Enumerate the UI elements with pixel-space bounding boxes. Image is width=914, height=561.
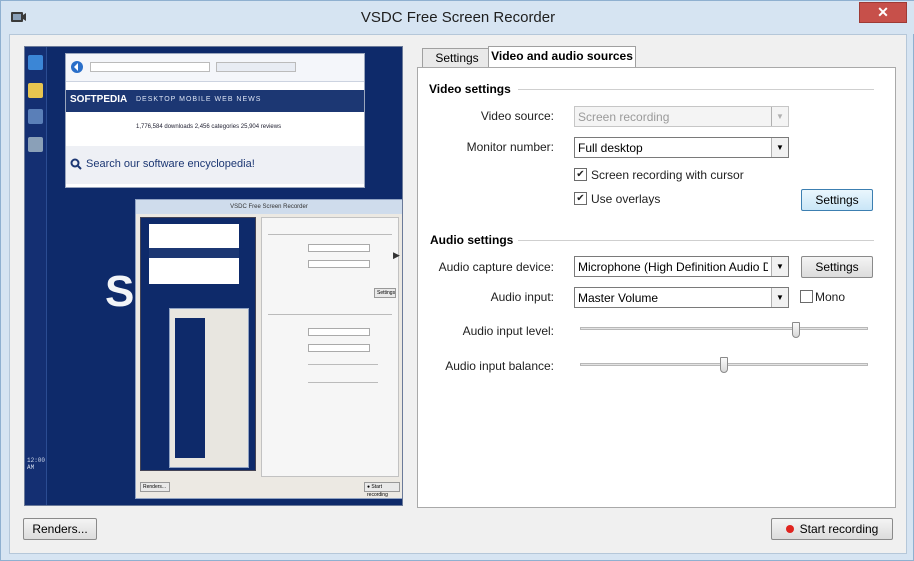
audio-device-settings-button[interactable]: Settings [801, 256, 873, 278]
preview-nav-links: DESKTOP MOBILE WEB NEWS [136, 96, 262, 103]
audio-input-balance-label: Audio input balance: [445, 359, 554, 373]
audio-input-level-label: Audio input level: [462, 324, 554, 338]
nested-panel: Settings [261, 217, 399, 477]
nested-settings-button: Settings [374, 288, 396, 298]
video-divider [518, 89, 874, 90]
nested-renders-button: Renders... [140, 482, 170, 492]
preview-wallpaper-letter: S [105, 267, 135, 316]
client-area: 12:00 AM SOFTPEDIA DESKTOP MOBILE WEB NE… [9, 34, 907, 554]
screen-preview: 12:00 AM SOFTPEDIA DESKTOP MOBILE WEB NE… [24, 46, 403, 506]
preview-address-bar [66, 54, 364, 82]
nested-start-button: ● Start recording [364, 482, 400, 498]
preview-marker-icon: ▶ [393, 250, 400, 260]
mono-checkbox-label[interactable]: Mono [815, 290, 845, 304]
settings-panel: Video settings Video source: Screen reco… [417, 67, 896, 508]
preview-clock: 12:00 AM [27, 457, 46, 471]
folder-icon [28, 83, 43, 98]
close-button[interactable]: ✕ [859, 2, 907, 23]
preview-search-text: Search our software encyclopedia! [86, 158, 255, 170]
recorder-taskbar-icon [28, 137, 43, 152]
monitor-number-label: Monitor number: [466, 140, 554, 154]
preview-taskbar: 12:00 AM [25, 47, 47, 505]
cursor-checkbox-label[interactable]: Screen recording with cursor [591, 168, 744, 182]
window-title: VSDC Free Screen Recorder [360, 9, 556, 26]
audio-capture-device-label: Audio capture device: [438, 260, 554, 274]
preview-stats-row: 1,776,584 downloads 2,456 categories 25,… [136, 124, 282, 130]
audio-input-select[interactable]: Master Volume ▼ [574, 287, 789, 308]
audio-divider [518, 240, 874, 241]
preview-brand: SOFTPEDIA [70, 94, 128, 105]
title-bar[interactable]: VSDC Free Screen Recorder ✕ [1, 1, 914, 34]
video-source-select: Screen recording ▼ [574, 106, 789, 127]
renders-button[interactable]: Renders... [23, 518, 97, 540]
video-source-label: Video source: [480, 109, 554, 123]
overlays-checkbox[interactable]: ✔ [574, 192, 587, 205]
back-icon [71, 61, 83, 73]
audio-capture-device-select[interactable]: Microphone (High Definition Audio Device… [574, 256, 789, 277]
audio-settings-heading: Audio settings [430, 233, 514, 247]
audio-level-slider-thumb[interactable] [792, 322, 800, 338]
nested-preview [140, 217, 256, 471]
nested-title: VSDC Free Screen Recorder [136, 200, 402, 214]
audio-input-label: Audio input: [490, 290, 554, 304]
overlays-checkbox-label[interactable]: Use overlays [591, 192, 660, 206]
nested-recorder-window: VSDC Free Screen Recorder Settings Rende… [135, 199, 402, 499]
audio-balance-slider-thumb[interactable] [720, 357, 728, 373]
audio-level-slider-track[interactable] [580, 327, 868, 330]
tab-settings[interactable]: Settings [422, 48, 492, 67]
chevron-down-icon[interactable]: ▼ [771, 257, 788, 276]
chevron-down-icon[interactable]: ▼ [771, 138, 788, 157]
mono-checkbox[interactable] [800, 290, 813, 303]
start-recording-button[interactable]: Start recording [771, 518, 893, 540]
chevron-down-icon[interactable]: ▼ [771, 288, 788, 307]
start-recording-label: Start recording [799, 522, 879, 536]
preview-browser-window: SOFTPEDIA DESKTOP MOBILE WEB NEWS 1,776,… [65, 53, 365, 188]
overlay-settings-button[interactable]: Settings [801, 189, 873, 211]
main-window: VSDC Free Screen Recorder ✕ 12:00 AM SOF… [0, 0, 914, 561]
store-icon [28, 109, 43, 124]
record-icon [785, 525, 794, 533]
monitor-number-select[interactable]: Full desktop ▼ [574, 137, 789, 158]
video-settings-heading: Video settings [429, 82, 511, 96]
search-icon [70, 158, 82, 170]
tab-video-audio-sources[interactable]: Video and audio sources [488, 46, 636, 67]
ie-icon [28, 55, 43, 70]
chevron-down-icon: ▼ [771, 107, 788, 126]
cursor-checkbox[interactable]: ✔ [574, 168, 587, 181]
